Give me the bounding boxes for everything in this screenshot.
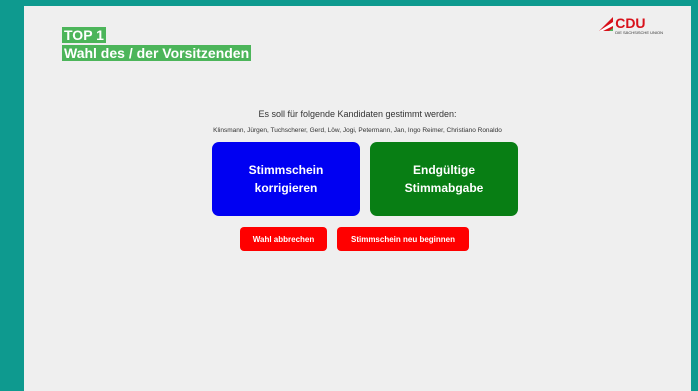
- cancel-election-button[interactable]: Wahl abbrechen: [240, 227, 327, 251]
- logo-wordmark: CDU: [615, 15, 646, 31]
- page-title: TOP 1 Wahl des / der Vorsitzenden: [62, 27, 252, 63]
- election-title: Wahl des / der Vorsitzenden: [62, 45, 252, 61]
- cdu-flag-icon: [599, 17, 614, 31]
- restart-ballot-button[interactable]: Stimmschein neu beginnen: [337, 227, 469, 251]
- agenda-item-label: TOP 1: [62, 27, 106, 43]
- final-vote-button[interactable]: Endgültige Stimmabgabe: [370, 142, 518, 216]
- logo-subtitle: DIE SÄCHSISCHE UNION: [615, 30, 663, 35]
- correct-ballot-button[interactable]: Stimmschein korrigieren: [212, 142, 360, 216]
- cdu-logo: CDU DIE SÄCHSISCHE UNION: [599, 15, 663, 35]
- voting-screen: TOP 1 Wahl des / der Vorsitzenden CDU DI…: [24, 6, 691, 391]
- candidate-list: Klinsmann, Jürgen, Tuchscherer, Gerd, Lö…: [213, 127, 502, 134]
- ballot-prompt: Es soll für folgende Kandidaten gestimmt…: [258, 109, 457, 119]
